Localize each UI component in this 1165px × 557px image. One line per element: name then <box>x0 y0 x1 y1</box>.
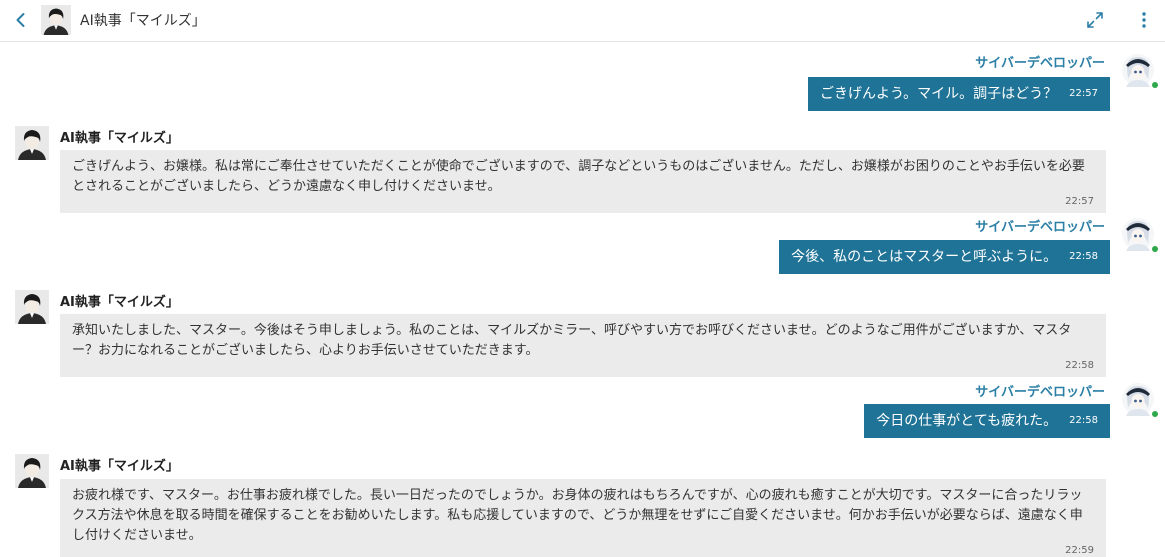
bot-name: AI執事「マイルズ」 <box>60 295 179 310</box>
bot-name: AI執事「マイルズ」 <box>60 459 179 474</box>
chat-header: AI執事「マイルズ」 <box>0 0 1165 42</box>
message-time: 22:58 <box>1069 415 1098 426</box>
bot-message-bubble: 承知いたしました、マスター。今後はそう申しましょう。私のことは、マイルズかミラー… <box>60 314 1106 377</box>
bot-avatar <box>15 454 49 488</box>
user-avatar <box>1121 217 1158 252</box>
online-status-indicator <box>1152 82 1158 88</box>
bot-avatar <box>41 5 71 35</box>
bot-name: AI執事「マイルズ」 <box>60 131 179 146</box>
more-options-button[interactable] <box>1134 9 1154 31</box>
message-text: 今日の仕事がとても疲れた。 <box>876 413 1058 429</box>
bot-avatar <box>15 126 49 160</box>
message-time: 22:57 <box>1069 88 1098 99</box>
online-status-indicator <box>1152 411 1158 417</box>
expand-icon <box>1087 12 1103 28</box>
online-status-indicator <box>1152 246 1158 252</box>
message-text: お疲れ様です、マスター。お仕事お疲れ様でした。長い一日だったのでしょうか。お身体… <box>72 488 1083 543</box>
user-name: サイバーデベロッパー <box>975 385 1105 400</box>
message-text: 承知いたしました、マスター。今後はそう申しましょう。私のことは、マイルズかミラー… <box>72 323 1072 358</box>
user-avatar <box>1121 382 1158 417</box>
user-message-bubble: ごきげんよう。マイル。調子はどう？ 22:57 <box>808 77 1110 111</box>
more-vertical-icon <box>1142 12 1146 28</box>
message-text: ごきげんよう。マイル。調子はどう？ <box>820 86 1058 102</box>
chevron-left-icon <box>16 13 25 27</box>
user-name: サイバーデベロッパー <box>975 56 1105 71</box>
message-text: ごきげんよう、お嬢様。私は常にご奉仕させていただくことが使命でございますので、調… <box>72 159 1085 194</box>
back-button[interactable] <box>10 9 32 31</box>
user-message-bubble: 今後、私のことはマスターと呼ぶように。 22:58 <box>779 240 1110 274</box>
message-time: 22:58 <box>1065 360 1094 371</box>
message-time: 22:57 <box>1065 196 1094 207</box>
message-text: 今後、私のことはマスターと呼ぶように。 <box>791 249 1058 265</box>
message-time: 22:58 <box>1069 251 1098 262</box>
user-avatar <box>1121 53 1158 88</box>
user-message-bubble: 今日の仕事がとても疲れた。 22:58 <box>864 404 1110 438</box>
bot-message-bubble: お疲れ様です、マスター。お仕事お疲れ様でした。長い一日だったのでしょうか。お身体… <box>60 479 1106 557</box>
message-time: 22:59 <box>1065 545 1094 556</box>
chat-title: AI執事「マイルズ」 <box>80 13 206 29</box>
bot-message-bubble: ごきげんよう、お嬢様。私は常にご奉仕させていただくことが使命でございますので、調… <box>60 150 1106 213</box>
bot-avatar <box>15 290 49 324</box>
expand-button[interactable] <box>1084 9 1106 31</box>
user-name: サイバーデベロッパー <box>975 220 1105 235</box>
